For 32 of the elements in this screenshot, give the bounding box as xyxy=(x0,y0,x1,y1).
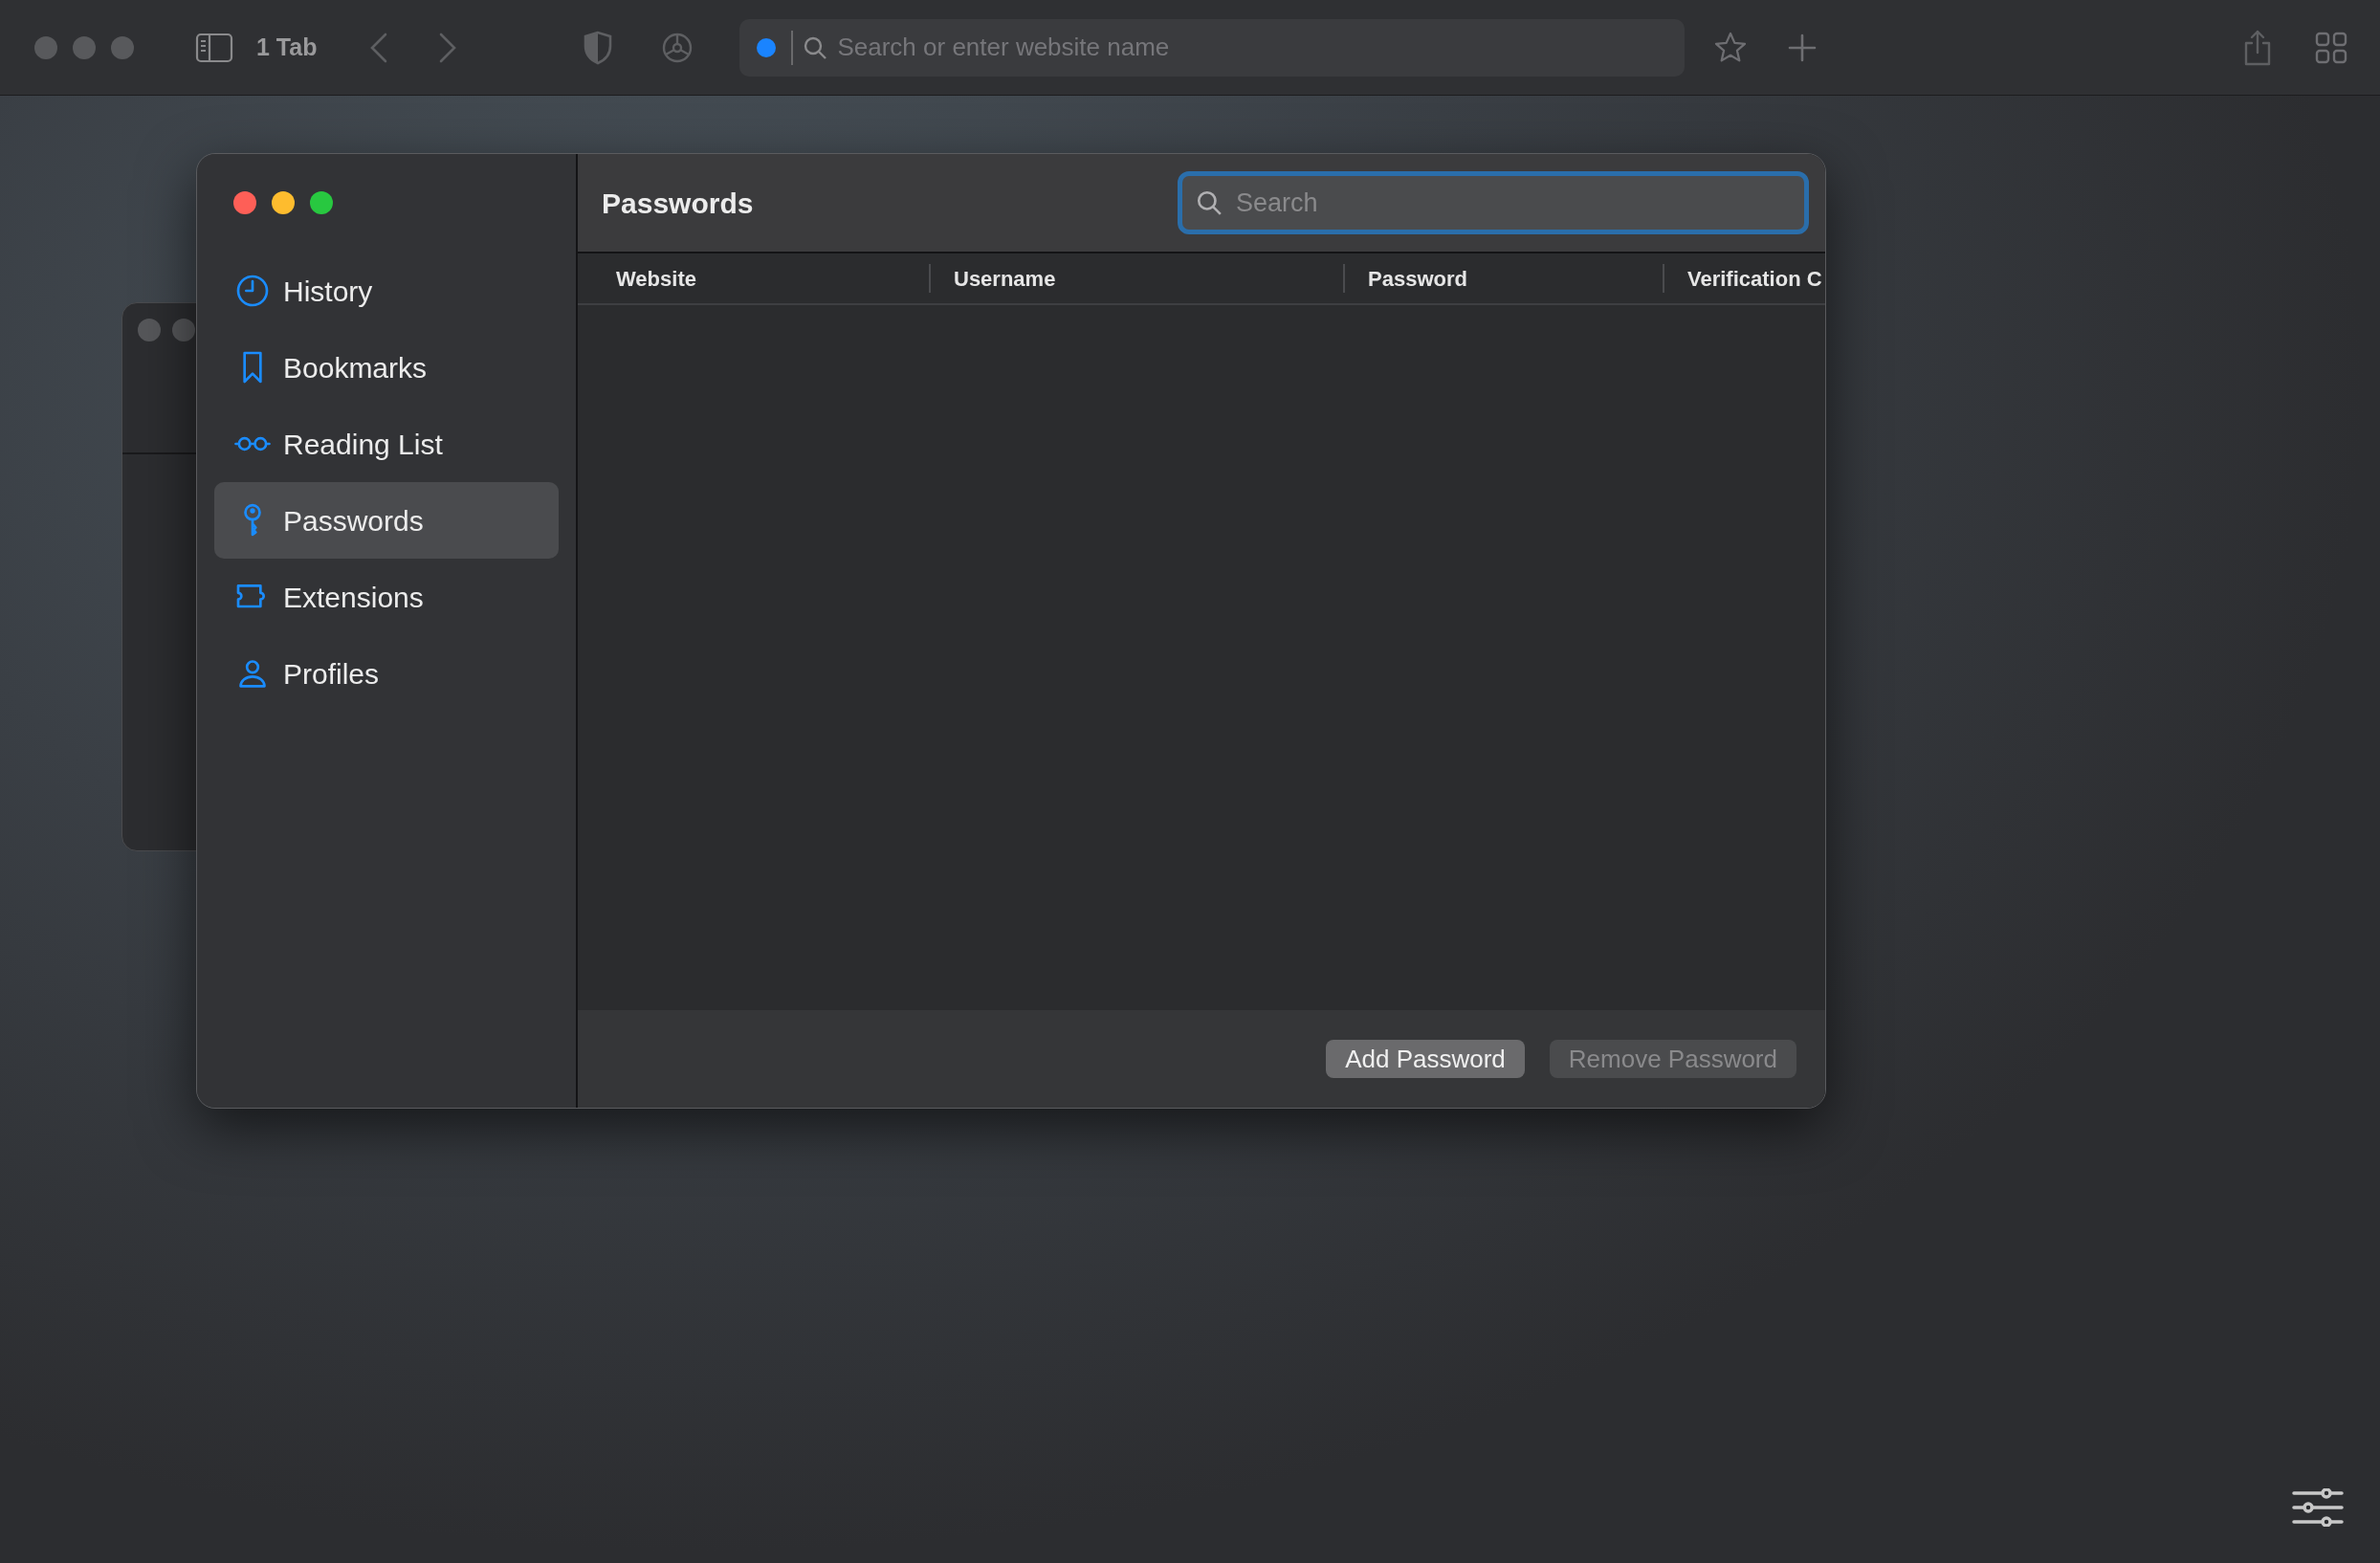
address-field[interactable]: Search or enter website name xyxy=(837,29,1686,66)
tab-count[interactable]: 1 Tab xyxy=(256,29,318,66)
sidebar-item[interactable]: Profiles xyxy=(214,635,559,712)
sidebar-icon[interactable] xyxy=(195,32,233,63)
window-control[interactable] xyxy=(34,35,57,59)
tab-overview-icon[interactable] xyxy=(2315,31,2347,64)
search-field[interactable]: Search xyxy=(1178,171,1809,234)
window-control[interactable] xyxy=(172,319,195,341)
sidebar-item[interactable]: History xyxy=(214,253,559,329)
sidebar-item[interactable]: Extensions xyxy=(214,559,559,635)
address-bar[interactable]: Search or enter website name xyxy=(739,18,1686,77)
window-control[interactable] xyxy=(73,35,96,59)
search-icon xyxy=(803,34,828,60)
sidebar-item[interactable]: Reading List xyxy=(214,406,559,482)
column-header[interactable]: Username xyxy=(954,262,1056,295)
column-header[interactable]: Website xyxy=(616,262,696,295)
sliders-icon[interactable] xyxy=(2292,1488,2344,1527)
window-control[interactable] xyxy=(111,35,134,59)
minimize-button[interactable] xyxy=(272,191,295,214)
plus-icon[interactable] xyxy=(1788,33,1818,62)
search-icon xyxy=(1196,189,1223,216)
sidebar-item[interactable]: Bookmarks xyxy=(214,329,559,406)
column-header[interactable]: Verification C xyxy=(1687,262,1822,295)
shield-icon[interactable] xyxy=(583,30,614,65)
sidebar-item[interactable]: Passwords xyxy=(214,482,559,559)
column-header[interactable]: Password xyxy=(1368,262,1467,295)
footer-button[interactable]: Add Password xyxy=(1326,1040,1525,1078)
share-icon[interactable] xyxy=(2242,29,2273,66)
window-control[interactable] xyxy=(138,319,161,341)
zoom-button[interactable] xyxy=(310,191,333,214)
window-title: Passwords xyxy=(602,186,754,221)
close-button[interactable] xyxy=(233,191,256,214)
